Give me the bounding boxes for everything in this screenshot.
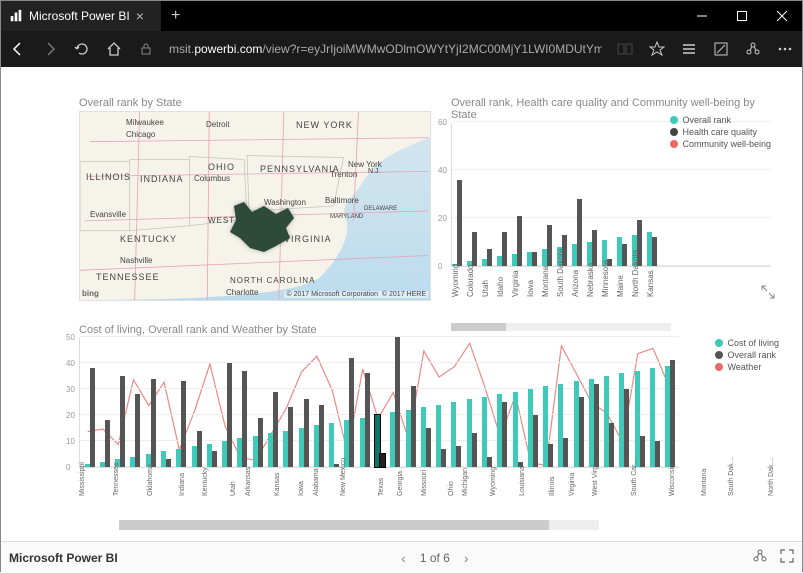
refresh-button[interactable]: [73, 40, 91, 58]
more-icon[interactable]: [776, 40, 794, 58]
map-label-newyork-state: NEW YORK: [296, 120, 353, 130]
share-icon[interactable]: [744, 40, 762, 58]
next-page-button[interactable]: ›: [464, 550, 469, 566]
map-label-nashville: Nashville: [120, 256, 152, 265]
map-label-columbus: Columbus: [194, 174, 230, 183]
top-chart-visual[interactable]: Overall rank, Health care quality and Co…: [451, 95, 771, 331]
window-controls: [682, 1, 802, 31]
top-chart-legend: Overall rankHealth care qualityCommunity…: [670, 113, 771, 151]
tab-title: Microsoft Power BI: [29, 9, 130, 23]
browser-toolbar: msit.powerbi.com/view?r=eyJrIjoiMWMwODlm…: [1, 31, 802, 67]
bottom-chart-visual[interactable]: Cost of living, Overall rank and Weather…: [79, 322, 779, 530]
map-label-milwaukee: Milwaukee: [126, 118, 164, 127]
bottom-chart-xlabels: MississippiTennesseeOklahomaIndianaKentu…: [79, 472, 679, 518]
report-canvas: Overall rank by State Milwaukee Chicago …: [1, 67, 802, 541]
bing-logo: bing: [82, 289, 99, 298]
close-tab-icon[interactable]: ×: [136, 8, 144, 24]
new-tab-button[interactable]: +: [161, 1, 190, 31]
map-label-ohio: OHIO: [208, 162, 235, 172]
map-label-illinois: ILLINOIS: [86, 172, 131, 182]
map-label-delaware: DELAWARE: [364, 206, 397, 212]
map-label-trenton: Trenton: [330, 170, 357, 179]
map-label-baltimore: Baltimore: [325, 196, 359, 205]
browser-tab[interactable]: Microsoft Power BI ×: [1, 1, 161, 31]
address-bar[interactable]: msit.powerbi.com/view?r=eyJrIjoiMWMwODlm…: [169, 42, 602, 56]
notes-icon[interactable]: [712, 40, 730, 58]
window-titlebar: Microsoft Power BI × +: [1, 1, 802, 31]
map-label-tennessee: TENNESSEE: [96, 272, 160, 282]
page-indicator: 1 of 6: [420, 551, 450, 565]
map-label-indiana: INDIANA: [140, 174, 184, 184]
report-footer: Microsoft Power BI ‹ 1 of 6 ›: [1, 541, 802, 573]
bottom-chart-scrollbar[interactable]: [119, 520, 599, 530]
map-label-kentucky: KENTUCKY: [120, 234, 177, 244]
lock-icon: [137, 40, 155, 58]
map-attribution: © 2017 Microsoft Corporation © 2017 HERE: [284, 291, 428, 298]
bottom-chart-plot[interactable]: 01020304050: [79, 338, 679, 468]
map-highlight-westvirginia: [226, 202, 296, 254]
home-button[interactable]: [105, 40, 123, 58]
top-chart-xlabels: WyomingColoradoUtahIdahoVirginiaIowaMont…: [451, 271, 771, 321]
powerbi-favicon-icon: [9, 9, 23, 23]
page-navigator: ‹ 1 of 6 ›: [401, 550, 468, 566]
map-label-pennsylvania: PENNSYLVANIA: [260, 164, 340, 174]
minimize-button[interactable]: [682, 1, 722, 31]
hub-icon[interactable]: [680, 40, 698, 58]
forward-button[interactable]: [41, 40, 59, 58]
map-visual[interactable]: Overall rank by State Milwaukee Chicago …: [79, 95, 431, 301]
map-label-newyorkcity: New York: [348, 160, 382, 169]
map-label-maryland: MARYLAND: [330, 214, 363, 220]
map-label-detroit: Detroit: [206, 120, 230, 129]
reading-view-icon[interactable]: [616, 40, 634, 58]
map-label-nj: N.J.: [368, 168, 380, 175]
share-footer-icon[interactable]: [752, 548, 768, 567]
map-title: Overall rank by State: [79, 95, 431, 111]
map-label-evansville: Evansville: [90, 210, 126, 219]
back-button[interactable]: [9, 40, 27, 58]
maximize-button[interactable]: [722, 1, 762, 31]
focus-mode-icon[interactable]: [761, 285, 802, 304]
favorite-icon[interactable]: [648, 40, 666, 58]
map-label-charlotte: Charlotte: [226, 288, 258, 297]
footer-title: Microsoft Power BI: [9, 551, 118, 565]
map-label-northcarolina: NORTH CAROLINA: [230, 276, 315, 285]
map-area[interactable]: Milwaukee Chicago Detroit NEW YORK ILLIN…: [79, 111, 431, 301]
close-window-button[interactable]: [762, 1, 802, 31]
bottom-chart-legend: Cost of livingOverall rankWeather: [715, 336, 779, 374]
prev-page-button[interactable]: ‹: [401, 550, 406, 566]
fullscreen-icon[interactable]: [780, 549, 794, 566]
map-label-chicago: Chicago: [126, 130, 155, 139]
